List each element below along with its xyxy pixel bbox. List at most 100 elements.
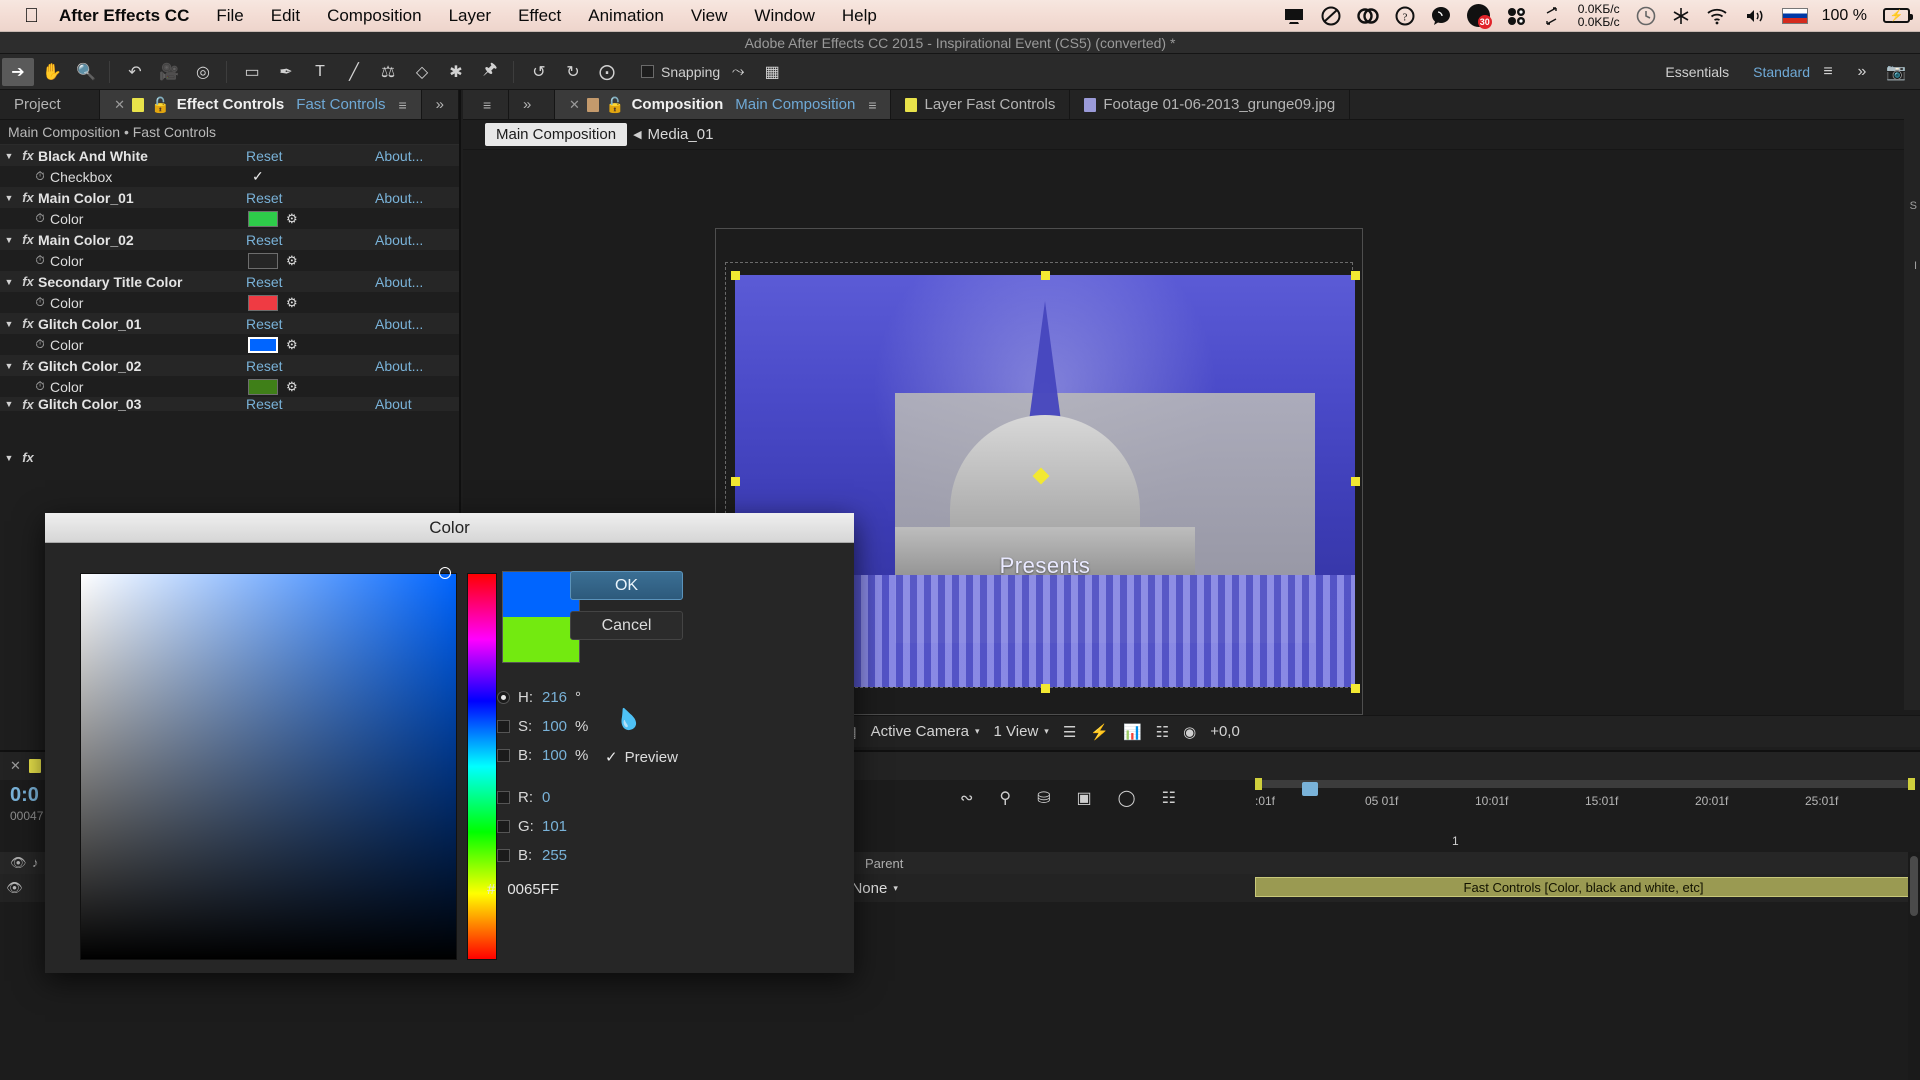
clone-stamp-tool-icon[interactable]: ⚖: [372, 58, 404, 86]
effect-param-row[interactable]: ⏱ Checkbox ✓: [0, 166, 459, 187]
effect-param-row[interactable]: ⏱ Color ⚙: [0, 250, 459, 271]
hue-value[interactable]: 216: [542, 689, 567, 706]
selection-handle-mr[interactable]: [1351, 477, 1360, 486]
effect-reset-link[interactable]: Reset: [246, 148, 283, 164]
fast-preview-icon[interactable]: ⚡: [1090, 723, 1109, 741]
search-layers-icon[interactable]: ⚲: [999, 788, 1011, 808]
wifi-icon[interactable]: [1706, 7, 1728, 25]
selection-handle-ml[interactable]: [731, 477, 740, 486]
previous-color-swatch[interactable]: [503, 617, 579, 662]
chevrons-right-icon[interactable]: »: [436, 96, 444, 113]
color-swatch[interactable]: [248, 294, 278, 311]
selection-handle-tm[interactable]: [1041, 271, 1050, 280]
effect-param-row[interactable]: ⏱ Color ⚙: [0, 334, 459, 355]
right-panel-collapsed-strip[interactable]: SI: [1904, 90, 1920, 710]
menu-view[interactable]: View: [691, 6, 728, 26]
workspace-standard[interactable]: Standard: [1753, 64, 1810, 80]
mouse-dots-icon[interactable]: [1506, 6, 1528, 26]
effect-about-link[interactable]: About...: [375, 274, 423, 290]
red-field-row[interactable]: R: 0: [497, 783, 567, 812]
color-swatch[interactable]: [248, 252, 278, 269]
effect-param-row[interactable]: ⏱ Color ⚙: [0, 376, 459, 397]
red-value[interactable]: 0: [542, 789, 550, 806]
selection-handle-tl[interactable]: [731, 271, 740, 280]
effect-reset-link[interactable]: Reset: [246, 190, 283, 206]
breadcrumb-child[interactable]: Media_01: [648, 126, 714, 143]
roto-brush-tool-icon[interactable]: ✱: [440, 58, 472, 86]
param-checkbox[interactable]: ✓: [252, 168, 264, 185]
timeline-icon[interactable]: 📊: [1123, 723, 1142, 741]
layer-duration-bar[interactable]: Fast Controls [Color, black and white, e…: [1255, 877, 1912, 897]
panel-menu-icon[interactable]: ≡: [398, 97, 406, 113]
effect-header-row[interactable]: ▼ fx Secondary Title Color Reset About..…: [0, 271, 459, 292]
timeline-ruler[interactable]: :01f 05 01f 10:01f 15:01f 20:01f 25:01f: [1255, 780, 1915, 812]
effect-about-link[interactable]: About...: [375, 358, 423, 374]
effect-header-row[interactable]: ▼ fx Black And White Reset About...: [0, 145, 459, 166]
ok-button[interactable]: OK: [570, 571, 683, 600]
layer-parent-selector[interactable]: None ▾: [851, 880, 897, 897]
time-machine-icon[interactable]: [1636, 6, 1656, 26]
exposure-value[interactable]: +0,0: [1210, 723, 1240, 740]
expand-triangle-icon[interactable]: ▼: [0, 235, 18, 245]
hue-radio[interactable]: [497, 691, 510, 704]
new-color-swatch[interactable]: [503, 572, 579, 617]
shape-tool-icon[interactable]: ▭: [236, 58, 268, 86]
menu-animation[interactable]: Animation: [588, 6, 664, 26]
effect-reset-link[interactable]: Reset: [246, 274, 283, 290]
preview-checkbox-row[interactable]: ✓ Preview: [605, 748, 678, 767]
selection-tool-icon[interactable]: ➔: [2, 57, 34, 86]
stopwatch-icon[interactable]: ⏱: [30, 211, 50, 226]
hex-value[interactable]: 0065FF: [507, 881, 559, 898]
menu-app-name[interactable]: After Effects CC: [59, 6, 189, 26]
snapping-toggle[interactable]: Snapping: [641, 64, 720, 80]
local-axis-mode-icon[interactable]: ↺: [523, 58, 555, 86]
hamburger-icon[interactable]: ≡: [1812, 58, 1844, 86]
effect-header-row[interactable]: ▼ fx Glitch Color_01 Reset About...: [0, 313, 459, 334]
sb-field-cursor[interactable]: [439, 567, 451, 579]
effect-about-link[interactable]: About...: [375, 148, 423, 164]
hue-field-row[interactable]: H: 216 °: [497, 683, 588, 712]
timeline-marker[interactable]: 1: [1452, 834, 1459, 848]
selection-handle-tr[interactable]: [1351, 271, 1360, 280]
effect-reset-link[interactable]: Reset: [246, 232, 283, 248]
breadcrumb-arrow-icon[interactable]: ◀: [633, 128, 641, 141]
breadcrumb-active[interactable]: Main Composition: [485, 123, 628, 146]
no-entry-icon[interactable]: [1321, 6, 1341, 26]
menu-file[interactable]: File: [216, 6, 243, 26]
anchor-point-tool-icon[interactable]: ◎: [187, 58, 219, 86]
effect-param-row[interactable]: ⏱ Color ⚙: [0, 208, 459, 229]
display-icon[interactable]: [1283, 7, 1305, 25]
creative-cloud-icon[interactable]: [1357, 6, 1379, 26]
effect-reset-link[interactable]: Reset: [246, 397, 283, 411]
russian-flag-icon[interactable]: [1781, 7, 1808, 24]
hamburger-icon[interactable]: ≡: [483, 97, 491, 113]
color-picker-dialog[interactable]: Color H: 216 ° S: 100 % B: 100 % R: 0 G:…: [45, 513, 854, 973]
selection-handle-br[interactable]: [1351, 684, 1360, 693]
left-panel-collapse[interactable]: »: [421, 90, 459, 119]
eyedropper-icon[interactable]: ⚙: [286, 295, 298, 311]
view-axis-mode-icon[interactable]: ⨀: [591, 58, 623, 86]
color-preview-swatches[interactable]: [502, 571, 580, 663]
tab-effect-controls[interactable]: ✕ 🔓 Effect Controls Fast Controls ≡: [100, 90, 422, 119]
snap-to-feature-icon[interactable]: ⤳: [722, 58, 754, 86]
expand-triangle-icon[interactable]: ▼: [0, 319, 18, 329]
green-value[interactable]: 101: [542, 818, 567, 835]
chevrons-right-icon[interactable]: »: [1846, 58, 1878, 86]
volume-icon[interactable]: [1744, 7, 1766, 25]
timeline-layer-bar-lane[interactable]: Fast Controls [Color, black and white, e…: [1255, 874, 1912, 900]
type-tool-icon[interactable]: T: [304, 58, 336, 86]
expand-triangle-icon[interactable]: ▼: [0, 277, 18, 287]
current-time-indicator[interactable]: [1302, 782, 1318, 796]
effect-header-row-bottom[interactable]: ▼ fx: [0, 447, 459, 468]
menu-help[interactable]: Help: [842, 6, 877, 26]
green-radio[interactable]: [497, 820, 510, 833]
rotation-tool-icon[interactable]: ↶: [119, 58, 151, 86]
tab-footage[interactable]: Footage 01-06-2013_grunge09.jpg: [1070, 90, 1351, 119]
views-selector[interactable]: 1 View ▾: [994, 723, 1049, 740]
preview-checkbox[interactable]: ✓: [605, 748, 618, 766]
effect-header-row[interactable]: ▼ fx Glitch Color_02 Reset About...: [0, 355, 459, 376]
effect-reset-link[interactable]: Reset: [246, 316, 283, 332]
composition-mini-flowchart-icon[interactable]: ⛁: [1037, 788, 1050, 808]
comp-panel-expand[interactable]: »: [509, 90, 555, 119]
cancel-button[interactable]: Cancel: [570, 611, 683, 640]
